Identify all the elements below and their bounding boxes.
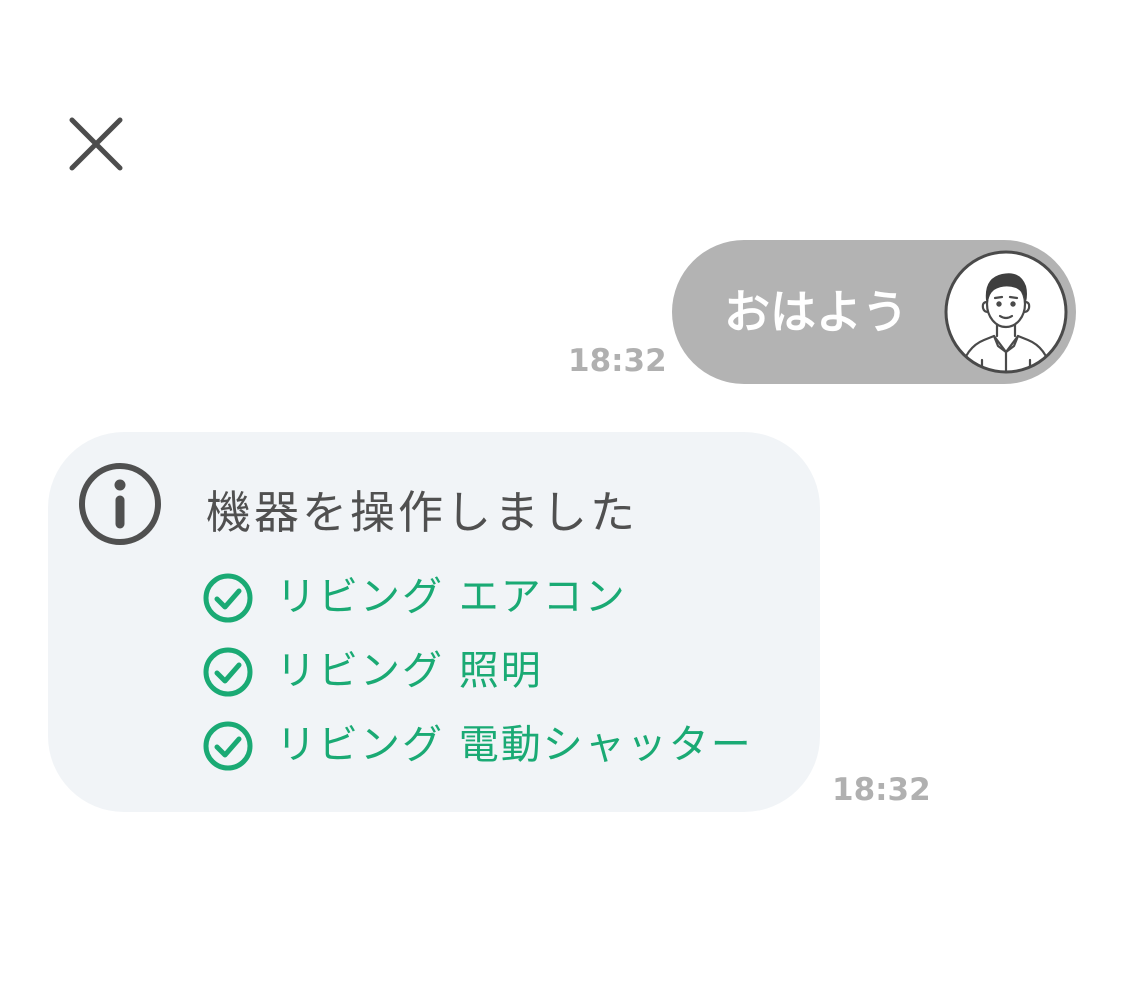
user-avatar[interactable] (942, 248, 1070, 376)
check-circle-icon (203, 647, 253, 697)
system-message-card: 機器を操作しました リビング エアコン リビング 照明 リビング 電動シャッター (48, 432, 820, 812)
check-circle-icon (203, 573, 253, 623)
device-item-label: リビング 照明 (276, 648, 543, 694)
check-circle-icon (203, 721, 253, 771)
user-message-text: おはよう (724, 285, 908, 339)
user-avatar-icon (944, 250, 1068, 374)
info-icon (76, 460, 164, 548)
user-message-time: 18:32 (568, 343, 667, 379)
device-item-label: リビング エアコン (276, 574, 627, 620)
close-icon (69, 117, 123, 171)
system-message-time: 18:32 (832, 772, 931, 808)
system-message-title: 機器を操作しました (206, 486, 639, 539)
device-item-label: リビング 電動シャッター (276, 722, 753, 768)
close-button[interactable] (60, 108, 132, 180)
user-message-bubble: おはよう (672, 240, 1076, 384)
